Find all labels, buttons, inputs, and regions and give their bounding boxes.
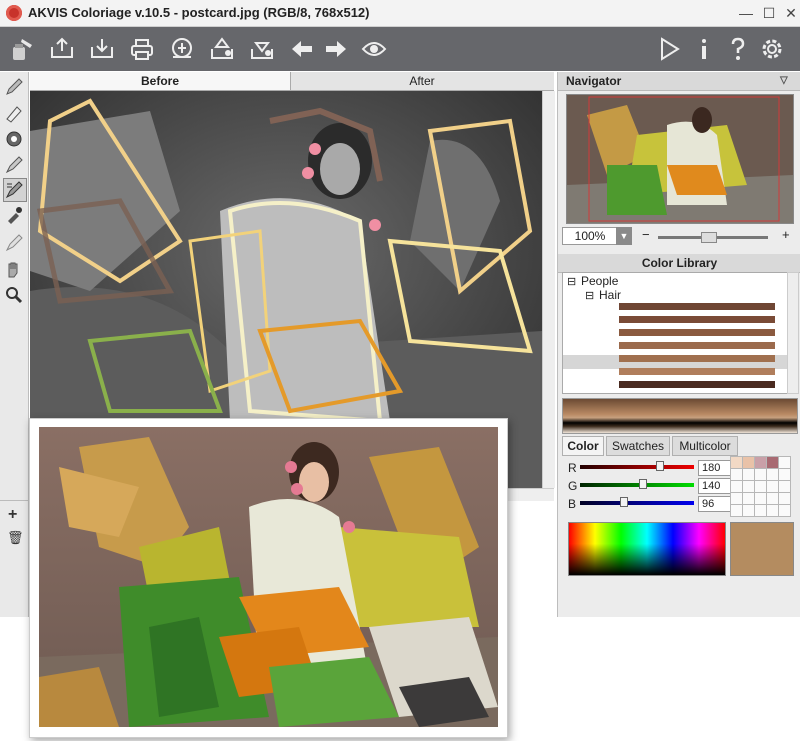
hair-swatch[interactable] bbox=[619, 316, 775, 323]
chevron-down-icon[interactable]: ▽ bbox=[780, 72, 788, 90]
minimize-button[interactable]: — bbox=[736, 3, 756, 23]
red-slider[interactable] bbox=[580, 465, 694, 469]
share-icon[interactable] bbox=[168, 35, 196, 63]
hand-icon[interactable] bbox=[3, 258, 25, 280]
tab-multicolor[interactable]: Multicolor bbox=[672, 436, 738, 456]
tree-toggle-icon[interactable]: ⊟ bbox=[585, 289, 594, 302]
open-icon[interactable] bbox=[48, 35, 76, 63]
zoom-icon[interactable] bbox=[3, 284, 25, 306]
eraser-icon[interactable] bbox=[3, 102, 25, 124]
print-icon[interactable] bbox=[128, 35, 156, 63]
green-value-field[interactable]: 140 bbox=[698, 478, 731, 494]
tree-toggle-icon[interactable]: ⊟ bbox=[567, 275, 576, 288]
eyedropper-icon[interactable] bbox=[3, 204, 25, 226]
hair-swatch[interactable] bbox=[619, 368, 775, 375]
main-toolbar bbox=[0, 27, 800, 71]
hair-swatch[interactable] bbox=[619, 303, 775, 310]
zoom-dropdown-icon[interactable]: ▼ bbox=[616, 227, 632, 245]
maximize-button[interactable]: ☐ bbox=[759, 3, 779, 23]
keep-color-icon[interactable] bbox=[3, 128, 25, 150]
tab-before[interactable]: Before bbox=[30, 72, 291, 90]
hair-swatch[interactable] bbox=[619, 355, 775, 362]
palette-cell[interactable] bbox=[778, 504, 791, 517]
blue-label: B bbox=[568, 497, 577, 511]
add-stroke-button[interactable]: + bbox=[8, 506, 17, 524]
right-panel: Navigator ▽ 100% ▼ − + Color Library ⊟ P… bbox=[557, 72, 800, 617]
color-library-tree[interactable]: ⊟ People ⊟ Hair bbox=[562, 272, 789, 394]
tab-color[interactable]: Color bbox=[562, 436, 604, 456]
blue-slider-thumb[interactable] bbox=[620, 497, 628, 507]
save-icon[interactable] bbox=[88, 35, 116, 63]
delete-stroke-button[interactable]: 🗑 bbox=[7, 530, 24, 546]
canvas-vertical-scrollbar[interactable] bbox=[542, 91, 555, 488]
color-range-icon[interactable] bbox=[3, 178, 27, 202]
settings-icon[interactable] bbox=[758, 35, 786, 63]
color-library-header: Color Library bbox=[558, 254, 800, 273]
tree-node-people[interactable]: People bbox=[581, 274, 618, 288]
color-gradient-strip[interactable] bbox=[562, 398, 798, 434]
zoom-slider-thumb[interactable] bbox=[700, 232, 717, 243]
view-tabs: Before After bbox=[30, 72, 554, 91]
navigator-title: Navigator bbox=[566, 74, 622, 88]
zoom-level-field[interactable]: 100% bbox=[562, 227, 618, 245]
undo-icon[interactable] bbox=[288, 35, 316, 63]
colorized-result-photo bbox=[39, 427, 498, 727]
color-library-title: Color Library bbox=[641, 256, 718, 270]
import-icon[interactable] bbox=[248, 35, 276, 63]
info-icon[interactable] bbox=[690, 35, 718, 63]
app-logo-icon bbox=[6, 5, 22, 21]
hair-swatch[interactable] bbox=[619, 381, 775, 388]
redo-icon[interactable] bbox=[322, 35, 350, 63]
zoom-in-button[interactable]: + bbox=[782, 227, 790, 242]
current-color-swatch[interactable] bbox=[730, 522, 794, 576]
red-label: R bbox=[568, 461, 577, 475]
close-button[interactable]: ✕ bbox=[781, 3, 800, 23]
green-label: G bbox=[568, 479, 578, 493]
run-icon[interactable] bbox=[655, 35, 683, 63]
tree-node-hair[interactable]: Hair bbox=[599, 288, 621, 302]
zoom-out-button[interactable]: − bbox=[642, 227, 650, 242]
green-slider[interactable] bbox=[580, 483, 694, 487]
color-library-scrollbar[interactable] bbox=[787, 272, 799, 394]
blue-value-field[interactable]: 96 bbox=[698, 496, 731, 512]
smudge-icon[interactable] bbox=[3, 232, 25, 254]
blue-slider[interactable] bbox=[580, 501, 694, 505]
green-slider-thumb[interactable] bbox=[639, 479, 647, 489]
navigator-header: Navigator ▽ bbox=[558, 72, 800, 91]
hair-swatch[interactable] bbox=[619, 329, 775, 336]
export-icon[interactable] bbox=[208, 35, 236, 63]
tools-panel: + 🗑 bbox=[0, 72, 29, 617]
brush-icon[interactable] bbox=[3, 154, 25, 176]
title-bar: AKVIS Coloriage v.10.5 - postcard.jpg (R… bbox=[0, 0, 800, 27]
color-spectrum-picker[interactable] bbox=[568, 522, 726, 576]
logo-brush-icon[interactable] bbox=[8, 35, 36, 63]
navigator-thumbnail[interactable] bbox=[566, 94, 794, 224]
preview-eye-icon[interactable] bbox=[360, 35, 388, 63]
window-title: AKVIS Coloriage v.10.5 - postcard.jpg (R… bbox=[28, 5, 370, 20]
palette-grid bbox=[730, 456, 794, 520]
help-icon[interactable] bbox=[724, 35, 752, 63]
colorized-result-photo-frame bbox=[29, 418, 508, 738]
red-slider-thumb[interactable] bbox=[656, 461, 664, 471]
pencil-icon[interactable] bbox=[3, 76, 25, 98]
red-value-field[interactable]: 180 bbox=[698, 460, 731, 476]
tools-divider bbox=[0, 500, 28, 501]
tab-after[interactable]: After bbox=[292, 72, 552, 90]
hair-swatch[interactable] bbox=[619, 342, 775, 349]
tab-swatches[interactable]: Swatches bbox=[606, 436, 670, 456]
